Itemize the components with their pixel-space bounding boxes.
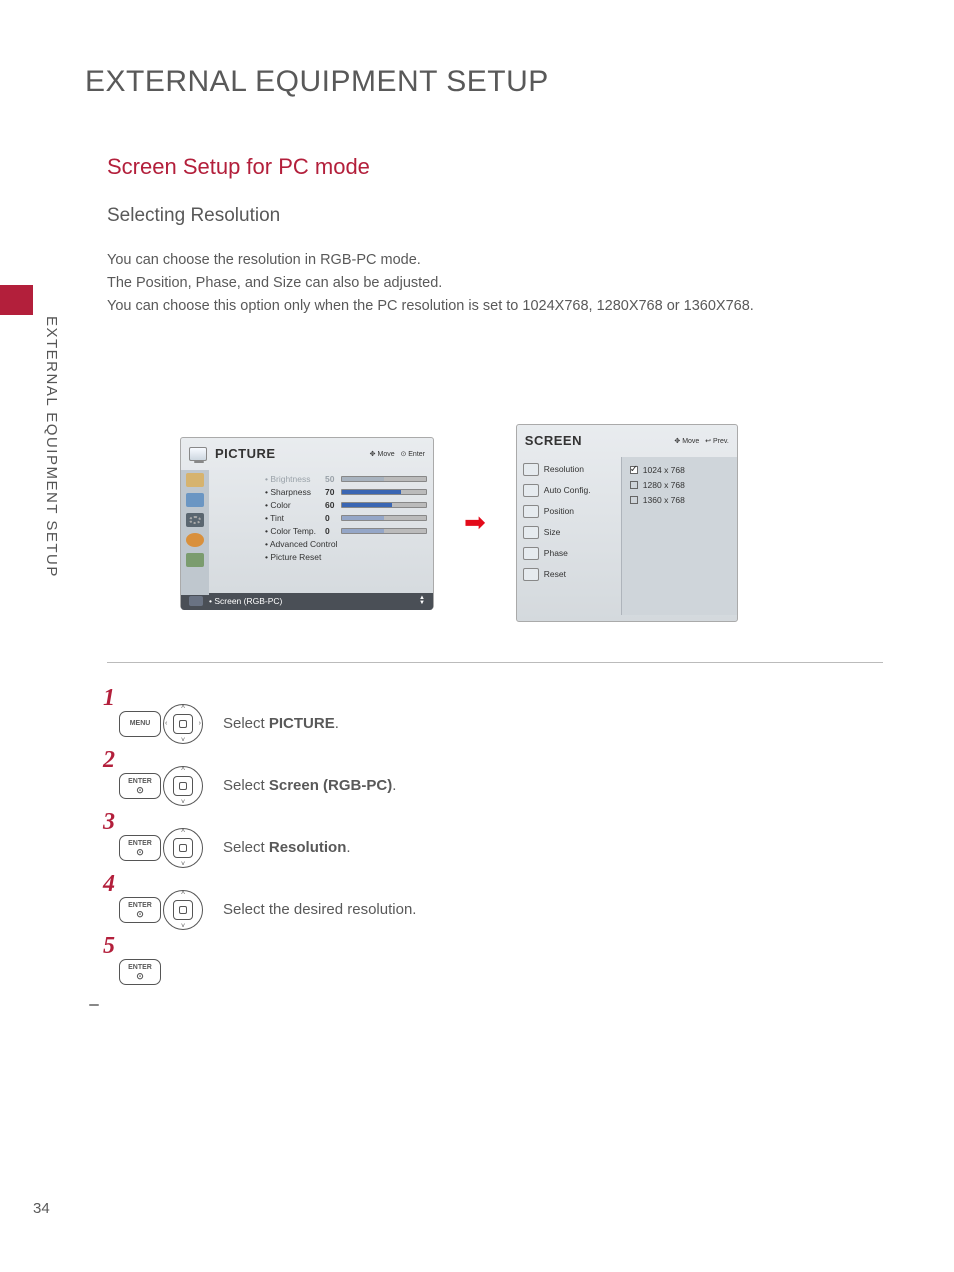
step-number-2: 2 [103,747,115,774]
grid-icon [523,463,539,476]
osd-settings-list: • Brightness50 • Sharpness70 • Color60 •… [209,470,433,595]
page-title: EXTERNAL EQUIPMENT SETUP [85,65,905,99]
updown-arrows-icon: ▲▼ [419,596,425,606]
enter-button-icon: ENTER⊙ [119,959,161,985]
step-3-text: Select Resolution. [223,839,351,856]
step-number-1: 1 [103,685,115,712]
osd-screen-panel: SCREEN ✥ Move ↩ Prev. Resolution Auto Co… [516,424,738,622]
osd-footer-selected: • Screen (RGB-PC) ▲▼ [181,593,433,610]
osd-picture-hints: ✥ Move ⊙ Enter [370,450,425,458]
autoconfig-icon [523,484,539,497]
size-icon [523,526,539,539]
setting-colortemp: • Color Temp.0 [265,525,427,538]
menu-position: Position [523,505,621,518]
dpad-icon: ˄˅ [163,766,203,806]
section-title: Selecting Resolution [107,205,905,227]
dpad-icon: ˄˅ [163,828,203,868]
osd-panels: PICTURE ✥ Move ⊙ Enter • Brightness50 [180,424,905,622]
setting-sharpness: • Sharpness70 [265,486,427,499]
dpad-icon: ‹› ˄˅ [163,704,203,744]
osd-picture-title: PICTURE [215,446,276,461]
res-option-1280: 1280 x 768 [630,478,729,493]
monitor-icon [189,447,207,461]
step-1-text: Select PICTURE. [223,715,339,732]
checkbox-icon [630,496,638,504]
res-option-1024: 1024 x 768 [630,463,729,478]
setting-picturereset: • Picture Reset [265,551,427,564]
side-tab-text: EXTERNAL EQUIPMENT SETUP [33,310,60,578]
step-number-4: 4 [103,871,115,898]
body-line-1: You can choose the resolution in RGB-PC … [107,249,905,272]
step-3: 3 ENTER⊙ ˄˅ Select Resolution. [107,817,905,879]
step-number-3: 3 [103,809,115,836]
position-icon [523,505,539,518]
dpad-icon: ˄˅ [163,890,203,930]
menu-button-icon: MENU [119,711,161,737]
menu-reset: Reset [523,568,621,581]
arrow-right-icon: ➡ [464,507,486,538]
step-2: 2 ENTER⊙ ˄˅ Select Screen (RGB-PC). [107,755,905,817]
setting-tint: • Tint0 [265,512,427,525]
setting-color: • Color60 [265,499,427,512]
osd-screen-hints: ✥ Move ↩ Prev. [674,437,728,445]
osd-sidebar [181,470,209,595]
sidebar-icon-3 [186,513,204,527]
step-2-text: Select Screen (RGB-PC). [223,777,396,794]
setting-advanced: • Advanced Control [265,538,427,551]
menu-size: Size [523,526,621,539]
side-accent [0,285,33,315]
sidebar-icon-2 [186,493,204,507]
step-4-text: Select the desired resolution. [223,901,416,918]
reset-icon [523,568,539,581]
step-4: 4 ENTER⊙ ˄˅ Select the desired resolutio… [107,879,905,941]
sub-title: Screen Setup for PC mode [107,154,905,180]
body-line-2: The Position, Phase, and Size can also b… [107,272,905,295]
step-number-5: 5 [103,933,115,960]
divider [107,662,883,663]
page-number: 34 [33,1200,50,1217]
enter-button-icon: ENTER⊙ [119,897,161,923]
step-5: 5 ENTER⊙ [107,941,905,1003]
sidebar-icon-1 [186,473,204,487]
enter-button-icon: ENTER⊙ [119,835,161,861]
body-line-3: You can choose this option only when the… [107,295,905,318]
enter-button-icon: ENTER⊙ [119,773,161,799]
sidebar-icon-4 [186,533,204,547]
phase-icon [523,547,539,560]
menu-autoconfig: Auto Config. [523,484,621,497]
screen-icon [189,596,203,606]
screen-menu-list: Resolution Auto Config. Position Size Ph… [517,457,621,615]
checkbox-checked-icon [630,466,638,474]
side-tab: EXTERNAL EQUIPMENT SETUP [33,310,86,600]
osd-screen-title: SCREEN [525,433,582,448]
res-option-1360: 1360 x 768 [630,493,729,508]
osd-picture-panel: PICTURE ✥ Move ⊙ Enter • Brightness50 [180,437,434,609]
menu-resolution: Resolution [523,463,621,476]
sidebar-icon-5 [186,553,204,567]
step-1: 1 MENU ‹› ˄˅ Select PICTURE. [107,693,905,755]
steps-list: 1 MENU ‹› ˄˅ Select PICTURE. 2 ENTER⊙ ˄˅… [107,693,905,1003]
checkbox-icon [630,481,638,489]
menu-phase: Phase [523,547,621,560]
resolution-options: 1024 x 768 1280 x 768 1360 x 768 [621,457,737,615]
setting-brightness: • Brightness50 [265,473,427,486]
